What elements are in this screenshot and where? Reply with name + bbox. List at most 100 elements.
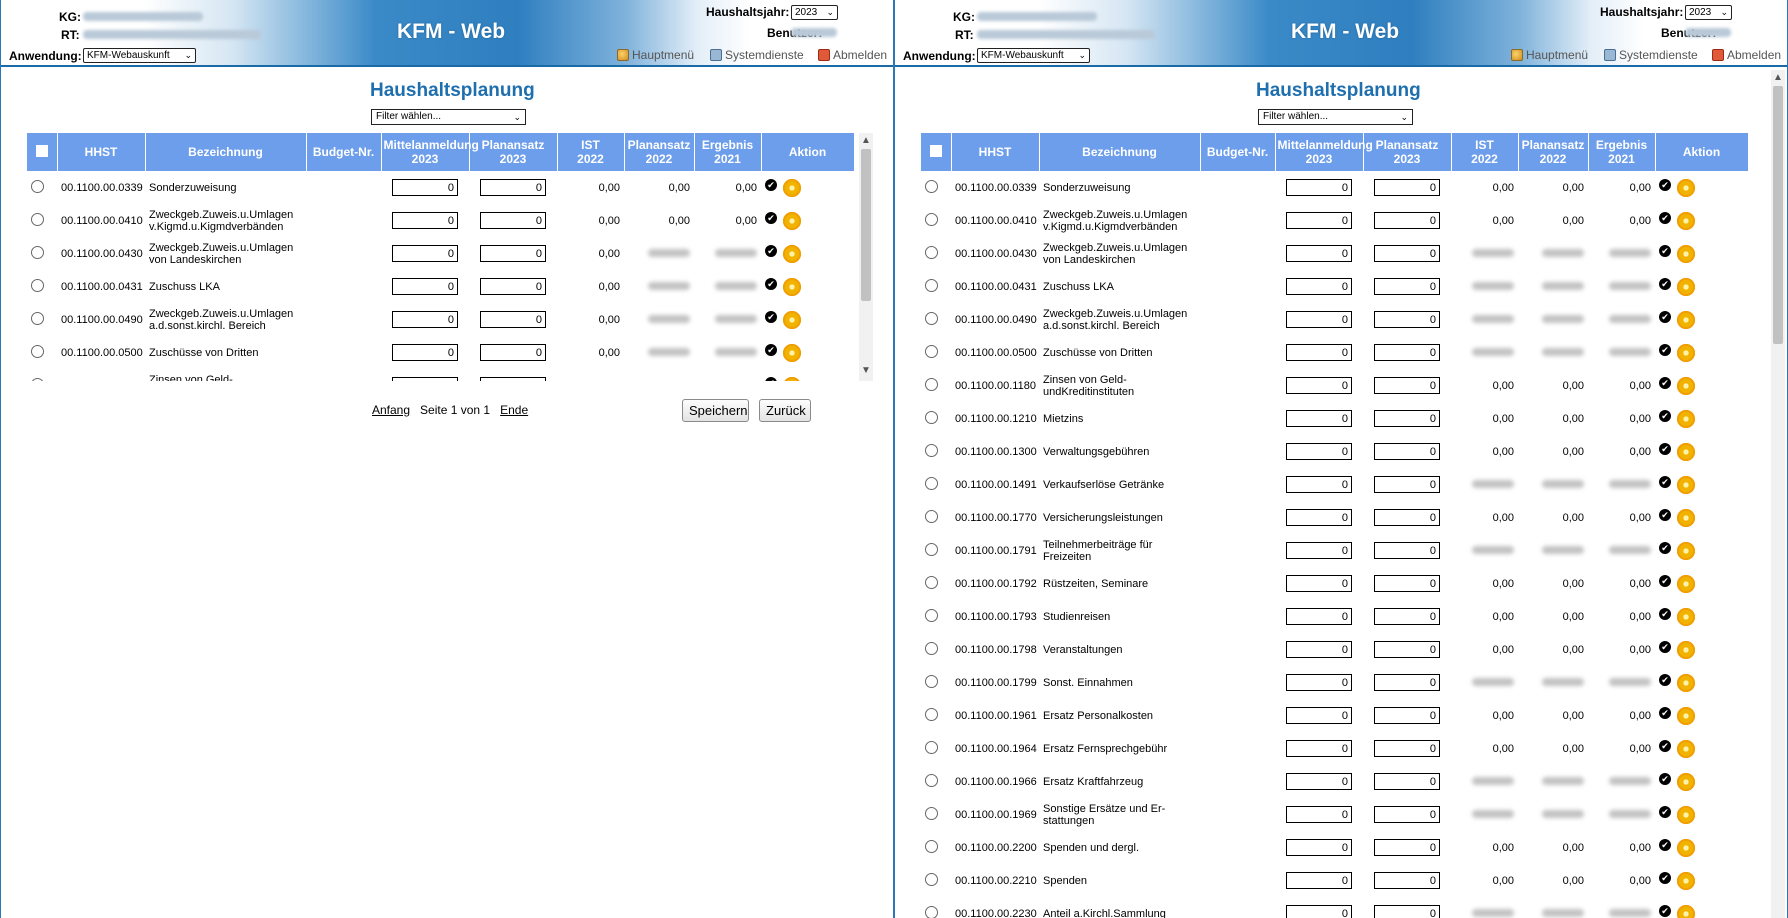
table-scrollbar[interactable]: ▲ ▼ <box>859 133 873 381</box>
haushaltsjahr-select[interactable]: 2023 ⌄ <box>791 5 838 20</box>
row-radio[interactable] <box>925 839 938 853</box>
check-circle-icon[interactable]: ✔ <box>1659 310 1671 323</box>
check-circle-icon[interactable]: ✔ <box>1659 277 1671 290</box>
planansatz-2023-input[interactable]: 0 <box>1374 179 1440 196</box>
mittelanmeldung-input[interactable]: 0 <box>1286 575 1352 592</box>
mittelanmeldung-input[interactable]: 0 <box>1286 344 1352 361</box>
gear-icon[interactable] <box>1677 706 1695 725</box>
planansatz-2023-input[interactable]: 0 <box>480 179 546 196</box>
check-circle-icon[interactable]: ✔ <box>765 244 777 257</box>
check-circle-icon[interactable]: ✔ <box>1659 640 1671 653</box>
planansatz-2023-input[interactable]: 0 <box>1374 674 1440 691</box>
planansatz-2023-input[interactable]: 0 <box>480 245 546 262</box>
check-circle-icon[interactable]: ✔ <box>1659 376 1671 389</box>
col-mittelanmeldung[interactable]: Mittelanmeldung 2023 <box>1275 133 1373 171</box>
gear-icon[interactable] <box>1677 244 1695 263</box>
check-circle-icon[interactable]: ✔ <box>1659 838 1671 851</box>
check-circle-icon[interactable]: ✔ <box>1659 574 1671 587</box>
planansatz-2023-input[interactable]: 0 <box>1374 476 1440 493</box>
mittelanmeldung-input[interactable]: 0 <box>1286 608 1352 625</box>
col-bezeichnung[interactable]: Bezeichnung <box>1039 133 1201 171</box>
check-circle-icon[interactable]: ✔ <box>1659 871 1671 884</box>
col-mittelanmeldung[interactable]: Mittelanmeldung 2023 <box>381 133 479 171</box>
gear-icon[interactable] <box>1677 442 1695 461</box>
col-hhst[interactable]: HHST <box>57 133 146 171</box>
check-circle-icon[interactable]: ✔ <box>1659 409 1671 422</box>
mittelanmeldung-input[interactable]: 0 <box>1286 542 1352 559</box>
planansatz-2023-input[interactable]: 0 <box>1374 410 1440 427</box>
planansatz-2023-input[interactable]: 0 <box>480 278 546 295</box>
planansatz-2023-input[interactable]: 0 <box>480 311 546 328</box>
row-radio[interactable] <box>925 773 938 787</box>
col-planansatz-2023[interactable]: Planansatz 2023 <box>1363 133 1452 171</box>
planansatz-2023-input[interactable]: 0 <box>1374 806 1440 823</box>
filter-select[interactable]: Filter wählen... ⌄ <box>371 109 526 125</box>
mittelanmeldung-input[interactable]: 0 <box>1286 179 1352 196</box>
row-radio[interactable] <box>925 410 938 424</box>
nav-hauptmenue[interactable]: Hauptmenü <box>617 48 694 62</box>
nav-systemdienste[interactable]: Systemdienste <box>710 48 804 62</box>
gear-icon[interactable] <box>1677 475 1695 494</box>
row-radio[interactable] <box>925 509 938 523</box>
mittelanmeldung-input[interactable]: 0 <box>1286 476 1352 493</box>
check-circle-icon[interactable]: ✔ <box>1659 178 1671 191</box>
col-bezeichnung[interactable]: Bezeichnung <box>145 133 307 171</box>
gear-icon[interactable] <box>1677 211 1695 230</box>
select-all-checkbox[interactable] <box>929 144 942 157</box>
check-circle-icon[interactable]: ✔ <box>1659 343 1671 356</box>
col-ist-2022[interactable]: IST 2022 <box>557 133 625 171</box>
mittelanmeldung-input[interactable]: 0 <box>1286 641 1352 658</box>
check-circle-icon[interactable]: ✔ <box>1659 706 1671 719</box>
gear-icon[interactable] <box>783 343 801 362</box>
check-circle-icon[interactable]: ✔ <box>765 310 777 323</box>
mittelanmeldung-input[interactable]: 0 <box>392 212 458 229</box>
gear-icon[interactable] <box>783 244 801 263</box>
check-circle-icon[interactable]: ✔ <box>1659 508 1671 521</box>
mittelanmeldung-input[interactable]: 0 <box>392 179 458 196</box>
check-circle-icon[interactable]: ✔ <box>1659 904 1671 917</box>
col-planansatz-2023[interactable]: Planansatz 2023 <box>469 133 558 171</box>
row-radio[interactable] <box>31 179 44 193</box>
mittelanmeldung-input[interactable]: 0 <box>392 344 458 361</box>
mittelanmeldung-input[interactable]: 0 <box>1286 377 1352 394</box>
col-ergebnis-2021[interactable]: Ergebnis 2021 <box>1588 133 1656 171</box>
planansatz-2023-input[interactable]: 0 <box>1374 839 1440 856</box>
mittelanmeldung-input[interactable]: 0 <box>1286 410 1352 427</box>
planansatz-2023-input[interactable]: 0 <box>1374 443 1440 460</box>
nav-abmelden[interactable]: Abmelden <box>1712 48 1781 62</box>
planansatz-2023-input[interactable]: 0 <box>1374 905 1440 918</box>
planansatz-2023-input[interactable]: 0 <box>1374 509 1440 526</box>
check-circle-icon[interactable]: ✔ <box>765 211 777 224</box>
mittelanmeldung-input[interactable]: 0 <box>392 245 458 262</box>
planansatz-2023-input[interactable]: 0 <box>1374 344 1440 361</box>
check-circle-icon[interactable]: ✔ <box>1659 607 1671 620</box>
page-scrollbar[interactable]: ▲ <box>1771 70 1785 918</box>
gear-icon[interactable] <box>1677 805 1695 824</box>
nav-abmelden[interactable]: Abmelden <box>818 48 887 62</box>
scroll-thumb[interactable] <box>1773 86 1783 344</box>
planansatz-2023-input[interactable]: 0 <box>1374 212 1440 229</box>
col-budget[interactable]: Budget-Nr. <box>1200 133 1276 171</box>
gear-icon[interactable] <box>783 310 801 329</box>
filter-select[interactable]: Filter wählen... ⌄ <box>1258 109 1413 125</box>
scroll-down-icon[interactable]: ▼ <box>859 365 873 377</box>
gear-icon[interactable] <box>1677 343 1695 362</box>
planansatz-2023-input[interactable]: 0 <box>1374 278 1440 295</box>
check-circle-icon[interactable]: ✔ <box>765 376 777 381</box>
mittelanmeldung-input[interactable]: 0 <box>1286 806 1352 823</box>
gear-icon[interactable] <box>1677 376 1695 395</box>
gear-icon[interactable] <box>1677 541 1695 560</box>
check-circle-icon[interactable]: ✔ <box>1659 541 1671 554</box>
mittelanmeldung-input[interactable]: 0 <box>1286 509 1352 526</box>
planansatz-2023-input[interactable]: 0 <box>1374 641 1440 658</box>
check-circle-icon[interactable]: ✔ <box>1659 739 1671 752</box>
nav-hauptmenue[interactable]: Hauptmenü <box>1511 48 1588 62</box>
mittelanmeldung-input[interactable]: 0 <box>1286 245 1352 262</box>
mittelanmeldung-input[interactable]: 0 <box>392 311 458 328</box>
planansatz-2023-input[interactable]: 0 <box>1374 773 1440 790</box>
gear-icon[interactable] <box>1677 508 1695 527</box>
mittelanmeldung-input[interactable]: 0 <box>1286 674 1352 691</box>
planansatz-2023-input[interactable]: 0 <box>1374 608 1440 625</box>
mittelanmeldung-input[interactable]: 0 <box>392 278 458 295</box>
gear-icon[interactable] <box>1677 838 1695 857</box>
